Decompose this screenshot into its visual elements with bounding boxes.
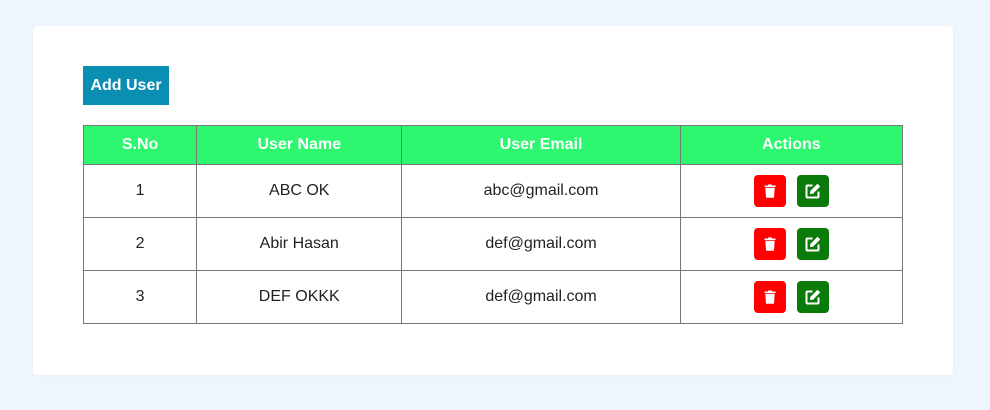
cell-actions	[679, 270, 904, 324]
edit-icon	[805, 183, 821, 199]
cell-sno: 1	[82, 164, 198, 218]
cell-actions	[679, 164, 904, 218]
cell-sno: 2	[82, 217, 198, 271]
user-list-card: Add User S.No User Name User Email Actio…	[33, 26, 953, 375]
edit-icon	[805, 236, 821, 252]
cell-user-email: def@gmail.com	[401, 217, 681, 271]
cell-user-email: abc@gmail.com	[401, 164, 681, 218]
add-user-button[interactable]: Add User	[83, 66, 169, 105]
table-row: 3 DEF OKKK def@gmail.com	[82, 270, 904, 324]
trash-icon	[764, 290, 776, 304]
cell-user-name: ABC OK	[196, 164, 403, 218]
users-table: S.No User Name User Email Actions 1 ABC …	[82, 125, 904, 324]
trash-icon	[764, 184, 776, 198]
table-header-row: S.No User Name User Email Actions	[82, 125, 904, 165]
header-user-name: User Name	[196, 125, 403, 165]
edit-icon	[805, 289, 821, 305]
header-actions: Actions	[679, 125, 904, 165]
trash-icon	[764, 237, 776, 251]
header-sno: S.No	[82, 125, 198, 165]
cell-actions	[679, 217, 904, 271]
cell-user-name: Abir Hasan	[196, 217, 403, 271]
cell-user-name: DEF OKKK	[196, 270, 403, 324]
header-user-email: User Email	[401, 125, 681, 165]
delete-button[interactable]	[753, 175, 786, 207]
cell-user-email: def@gmail.com	[401, 270, 681, 324]
edit-button[interactable]	[797, 281, 830, 313]
delete-button[interactable]	[753, 228, 786, 260]
table-row: 1 ABC OK abc@gmail.com	[82, 164, 904, 218]
edit-button[interactable]	[797, 175, 830, 207]
cell-sno: 3	[82, 270, 198, 324]
delete-button[interactable]	[753, 281, 786, 313]
table-row: 2 Abir Hasan def@gmail.com	[82, 217, 904, 271]
edit-button[interactable]	[797, 228, 830, 260]
